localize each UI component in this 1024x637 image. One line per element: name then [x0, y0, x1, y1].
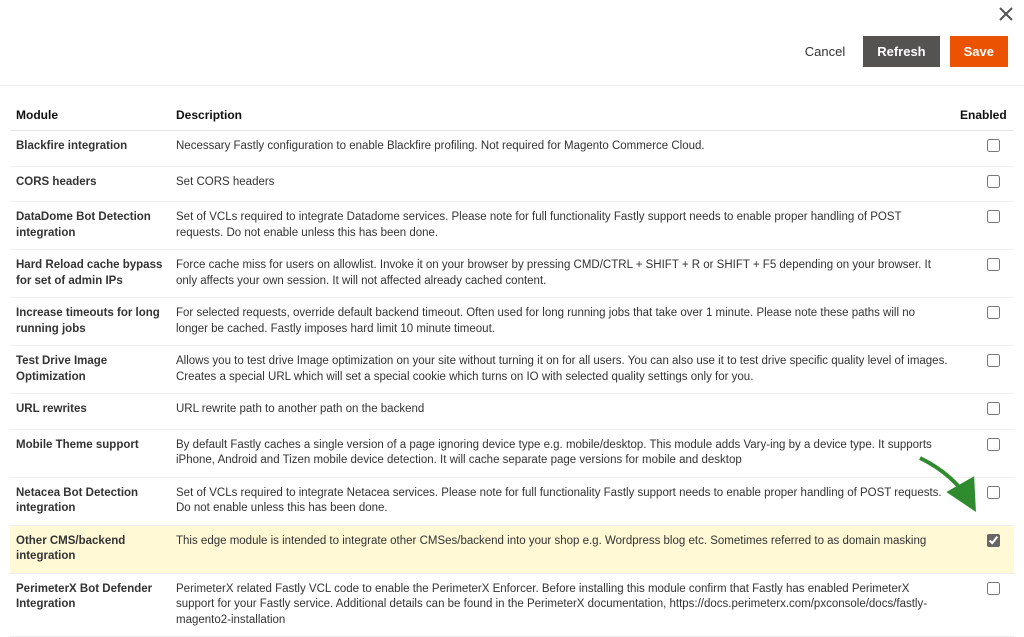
table-row: Netacea Bot Detection integrationSet of …: [10, 477, 1014, 525]
module-description: Set CORS headers: [170, 166, 954, 202]
enabled-checkbox[interactable]: [987, 582, 1000, 595]
table-row: URL rewritesURL rewrite path to another …: [10, 394, 1014, 430]
module-enabled-cell: [954, 394, 1014, 430]
module-enabled-cell: [954, 131, 1014, 167]
module-description: Force cache miss for users on allowlist.…: [170, 250, 954, 298]
module-description: Allows you to test drive Image optimizat…: [170, 346, 954, 394]
module-name: Mobile Theme support: [10, 429, 170, 477]
module-description: PerimeterX related Fastly VCL code to en…: [170, 573, 954, 637]
module-name: CORS headers: [10, 166, 170, 202]
module-name: PerimeterX Bot Defender Integration: [10, 573, 170, 637]
module-enabled-cell: [954, 477, 1014, 525]
enabled-checkbox[interactable]: [987, 438, 1000, 451]
enabled-checkbox[interactable]: [987, 354, 1000, 367]
table-row: Blackfire integrationNecessary Fastly co…: [10, 131, 1014, 167]
header-module: Module: [10, 100, 170, 131]
module-description: URL rewrite path to another path on the …: [170, 394, 954, 430]
table-row: Other CMS/backend integrationThis edge m…: [10, 525, 1014, 573]
cancel-button[interactable]: Cancel: [797, 38, 853, 65]
module-name: Other CMS/backend integration: [10, 525, 170, 573]
table-row: DataDome Bot Detection integrationSet of…: [10, 202, 1014, 250]
module-enabled-cell: [954, 573, 1014, 637]
enabled-checkbox[interactable]: [987, 210, 1000, 223]
header-description: Description: [170, 100, 954, 131]
table-row: CORS headersSet CORS headers: [10, 166, 1014, 202]
enabled-checkbox[interactable]: [987, 534, 1000, 547]
save-button[interactable]: Save: [950, 36, 1008, 67]
module-description: By default Fastly caches a single versio…: [170, 429, 954, 477]
module-enabled-cell: [954, 525, 1014, 573]
header-enabled: Enabled: [954, 100, 1014, 131]
enabled-checkbox[interactable]: [987, 306, 1000, 319]
module-name: Test Drive Image Optimization: [10, 346, 170, 394]
modules-table: Module Description Enabled Blackfire int…: [10, 100, 1014, 637]
table-row: Increase timeouts for long running jobsF…: [10, 298, 1014, 346]
table-row: Test Drive Image OptimizationAllows you …: [10, 346, 1014, 394]
module-name: Increase timeouts for long running jobs: [10, 298, 170, 346]
module-enabled-cell: [954, 298, 1014, 346]
module-description: Necessary Fastly configuration to enable…: [170, 131, 954, 167]
module-description: Set of VCLs required to integrate Netace…: [170, 477, 954, 525]
action-bar: Cancel Refresh Save: [0, 26, 1024, 86]
module-name: Hard Reload cache bypass for set of admi…: [10, 250, 170, 298]
module-enabled-cell: [954, 250, 1014, 298]
modules-table-wrap: Module Description Enabled Blackfire int…: [0, 86, 1024, 637]
module-enabled-cell: [954, 166, 1014, 202]
enabled-checkbox[interactable]: [987, 258, 1000, 271]
enabled-checkbox[interactable]: [987, 402, 1000, 415]
table-row: Hard Reload cache bypass for set of admi…: [10, 250, 1014, 298]
module-description: For selected requests, override default …: [170, 298, 954, 346]
close-icon[interactable]: [998, 6, 1014, 22]
module-name: Netacea Bot Detection integration: [10, 477, 170, 525]
module-name: DataDome Bot Detection integration: [10, 202, 170, 250]
enabled-checkbox[interactable]: [987, 175, 1000, 188]
module-enabled-cell: [954, 202, 1014, 250]
module-enabled-cell: [954, 429, 1014, 477]
enabled-checkbox[interactable]: [987, 139, 1000, 152]
module-enabled-cell: [954, 346, 1014, 394]
module-description: This edge module is intended to integrat…: [170, 525, 954, 573]
module-name: Blackfire integration: [10, 131, 170, 167]
refresh-button[interactable]: Refresh: [863, 36, 939, 67]
module-description: Set of VCLs required to integrate Datado…: [170, 202, 954, 250]
module-name: URL rewrites: [10, 394, 170, 430]
table-row: Mobile Theme supportBy default Fastly ca…: [10, 429, 1014, 477]
table-row: PerimeterX Bot Defender IntegrationPerim…: [10, 573, 1014, 637]
enabled-checkbox[interactable]: [987, 486, 1000, 499]
